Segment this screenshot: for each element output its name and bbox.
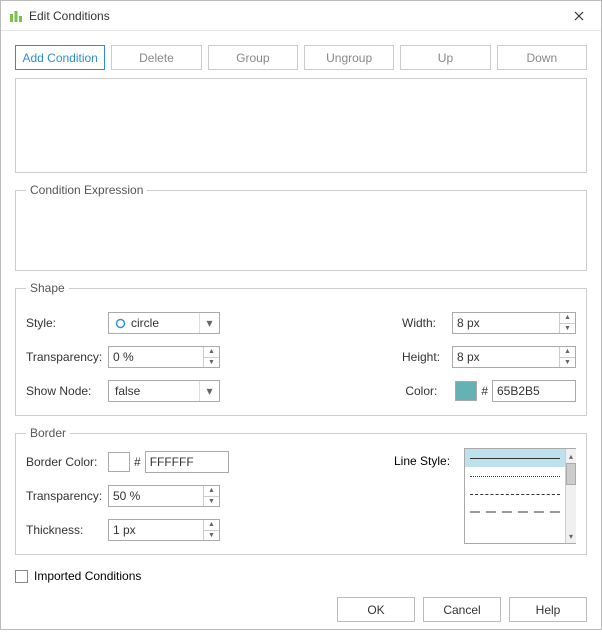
width-label: Width: xyxy=(402,316,452,330)
imported-conditions-label: Imported Conditions xyxy=(34,569,141,583)
toolbar: Add Condition Delete Group Ungroup Up Do… xyxy=(15,45,587,70)
spin-down-icon[interactable]: ▼ xyxy=(560,357,575,368)
group-button[interactable]: Group xyxy=(208,45,298,70)
spin-down-icon[interactable]: ▼ xyxy=(204,357,219,368)
condition-expression-legend: Condition Expression xyxy=(26,183,147,197)
thickness-label: Thickness: xyxy=(26,523,108,537)
up-button[interactable]: Up xyxy=(400,45,490,70)
line-style-dashed-short[interactable] xyxy=(465,485,565,503)
spin-up-icon[interactable]: ▲ xyxy=(560,313,575,323)
line-style-list[interactable]: ▴ ▾ xyxy=(464,448,576,544)
border-transparency-value: 50 % xyxy=(109,489,203,503)
width-spinner[interactable]: 8 px ▲▼ xyxy=(452,312,576,334)
border-legend: Border xyxy=(26,426,70,440)
color-swatch[interactable] xyxy=(455,381,477,401)
shape-transparency-spinner[interactable]: 0 % ▲▼ xyxy=(108,346,220,368)
border-color-swatch[interactable] xyxy=(108,452,130,472)
border-color-label: Border Color: xyxy=(26,455,108,469)
spin-down-icon[interactable]: ▼ xyxy=(204,530,219,541)
dialog-content: Add Condition Delete Group Ungroup Up Do… xyxy=(1,31,601,632)
spin-up-icon[interactable]: ▲ xyxy=(560,347,575,357)
thickness-value: 1 px xyxy=(109,523,203,537)
chevron-down-icon: ▾ xyxy=(199,381,219,401)
line-style-dashed-long[interactable] xyxy=(465,503,565,521)
close-button[interactable] xyxy=(565,5,593,27)
shape-transparency-value: 0 % xyxy=(109,350,203,364)
line-style-scrollbar[interactable]: ▴ ▾ xyxy=(565,449,576,543)
border-transparency-label: Transparency: xyxy=(26,489,108,503)
imported-conditions-checkbox[interactable] xyxy=(15,570,28,583)
app-icon xyxy=(9,9,23,23)
border-transparency-spinner[interactable]: 50 % ▲▼ xyxy=(108,485,220,507)
show-node-combo[interactable]: false ▾ xyxy=(108,380,220,402)
imported-conditions-row: Imported Conditions xyxy=(15,569,587,583)
scroll-down-icon[interactable]: ▾ xyxy=(566,529,576,543)
height-label: Height: xyxy=(402,350,452,364)
shape-group: Shape Style: circle ▾ Width: 8 px ▲▼ Tra… xyxy=(15,281,587,416)
color-label: Color: xyxy=(405,384,455,398)
scroll-thumb[interactable] xyxy=(566,463,576,485)
spin-up-icon[interactable]: ▲ xyxy=(204,347,219,357)
hash-symbol: # xyxy=(481,384,488,398)
width-value: 8 px xyxy=(453,316,559,330)
down-button[interactable]: Down xyxy=(497,45,587,70)
scroll-up-icon[interactable]: ▴ xyxy=(566,449,576,463)
circle-icon xyxy=(113,316,127,330)
show-node-label: Show Node: xyxy=(26,384,108,398)
height-spinner[interactable]: 8 px ▲▼ xyxy=(452,346,576,368)
add-condition-button[interactable]: Add Condition xyxy=(15,45,105,70)
spin-down-icon[interactable]: ▼ xyxy=(204,496,219,507)
title-left: Edit Conditions xyxy=(9,9,110,23)
title-bar: Edit Conditions xyxy=(1,1,601,31)
shape-transparency-label: Transparency: xyxy=(26,350,108,364)
chevron-down-icon: ▾ xyxy=(199,313,219,333)
hash-symbol: # xyxy=(134,455,141,469)
dialog-footer: OK Cancel Help xyxy=(15,597,587,622)
cancel-button[interactable]: Cancel xyxy=(423,597,501,622)
border-group: Border Border Color: # Transparency: 50 … xyxy=(15,426,587,555)
ok-button[interactable]: OK xyxy=(337,597,415,622)
line-style-dotted[interactable] xyxy=(465,467,565,485)
spin-down-icon[interactable]: ▼ xyxy=(560,323,575,334)
height-value: 8 px xyxy=(453,350,559,364)
condition-expression-area[interactable] xyxy=(26,205,576,260)
border-color-hex-input[interactable] xyxy=(145,451,229,473)
style-value: circle xyxy=(127,316,199,330)
line-style-solid[interactable] xyxy=(465,449,565,467)
style-combo[interactable]: circle ▾ xyxy=(108,312,220,334)
show-node-value: false xyxy=(109,384,199,398)
spin-up-icon[interactable]: ▲ xyxy=(204,486,219,496)
thickness-spinner[interactable]: 1 px ▲▼ xyxy=(108,519,220,541)
style-label: Style: xyxy=(26,316,108,330)
condition-expression-group: Condition Expression xyxy=(15,183,587,271)
window-title: Edit Conditions xyxy=(29,9,110,23)
help-button[interactable]: Help xyxy=(509,597,587,622)
spin-up-icon[interactable]: ▲ xyxy=(204,520,219,530)
line-style-label: Line Style: xyxy=(394,448,464,544)
delete-button[interactable]: Delete xyxy=(111,45,201,70)
color-hex-input[interactable] xyxy=(492,380,576,402)
shape-legend: Shape xyxy=(26,281,69,295)
ungroup-button[interactable]: Ungroup xyxy=(304,45,394,70)
condition-list[interactable] xyxy=(15,78,587,173)
